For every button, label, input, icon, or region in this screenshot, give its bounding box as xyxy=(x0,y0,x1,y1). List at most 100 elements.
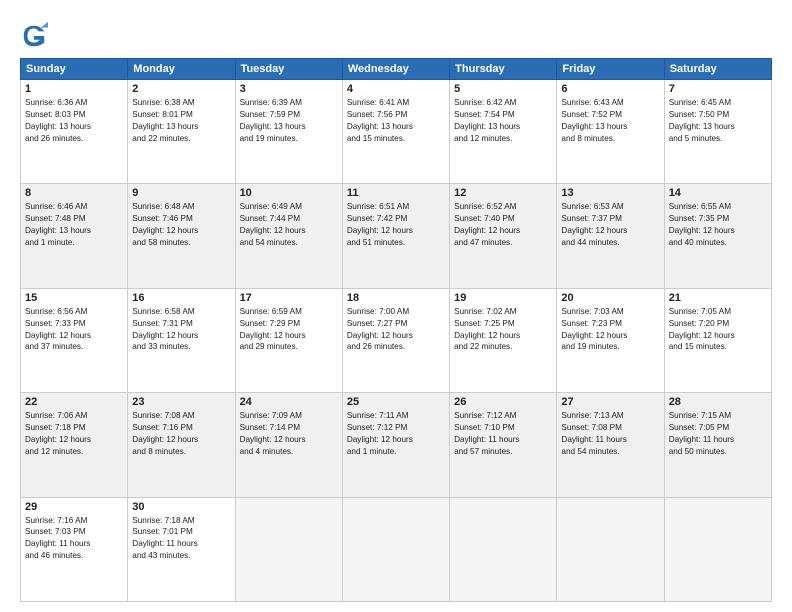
day-info: Sunrise: 7:03 AMSunset: 7:23 PMDaylight:… xyxy=(561,306,659,354)
day-number: 21 xyxy=(669,292,767,304)
calendar-day-cell: 12 Sunrise: 6:52 AMSunset: 7:40 PMDayligh… xyxy=(450,184,557,288)
day-info: Sunrise: 7:11 AMSunset: 7:12 PMDaylight:… xyxy=(347,410,445,458)
calendar-day-cell: 10 Sunrise: 6:49 AMSunset: 7:44 PMDayligh… xyxy=(235,184,342,288)
header xyxy=(20,18,772,50)
day-number: 25 xyxy=(347,396,445,408)
day-info: Sunrise: 7:08 AMSunset: 7:16 PMDaylight:… xyxy=(132,410,230,458)
day-info: Sunrise: 6:59 AMSunset: 7:29 PMDaylight:… xyxy=(240,306,338,354)
day-number: 9 xyxy=(132,187,230,199)
calendar-day-cell: 26 Sunrise: 7:12 AMSunset: 7:10 PMDayligh… xyxy=(450,393,557,497)
day-number: 3 xyxy=(240,83,338,95)
calendar-day-cell xyxy=(557,497,664,601)
day-info: Sunrise: 7:02 AMSunset: 7:25 PMDaylight:… xyxy=(454,306,552,354)
calendar-day-cell: 29 Sunrise: 7:16 AMSunset: 7:03 PMDayligh… xyxy=(21,497,128,601)
calendar-day-cell: 5 Sunrise: 6:42 AMSunset: 7:54 PMDaylight… xyxy=(450,80,557,184)
day-info: Sunrise: 7:12 AMSunset: 7:10 PMDaylight:… xyxy=(454,410,552,458)
day-number: 24 xyxy=(240,396,338,408)
day-number: 8 xyxy=(25,187,123,199)
page: SundayMondayTuesdayWednesdayThursdayFrid… xyxy=(0,0,792,612)
day-info: Sunrise: 6:58 AMSunset: 7:31 PMDaylight:… xyxy=(132,306,230,354)
calendar-day-cell: 15Sunrise: 6:56 AMSunset: 7:33 PMDayligh… xyxy=(21,288,128,392)
day-info: Sunrise: 6:51 AMSunset: 7:42 PMDaylight:… xyxy=(347,201,445,249)
day-info: Sunrise: 6:43 AMSunset: 7:52 PMDaylight:… xyxy=(561,97,659,145)
day-info: Sunrise: 6:48 AMSunset: 7:46 PMDaylight:… xyxy=(132,201,230,249)
calendar-day-cell: 8 Sunrise: 6:46 AMSunset: 7:48 PMDaylight… xyxy=(21,184,128,288)
day-number: 5 xyxy=(454,83,552,95)
day-number: 4 xyxy=(347,83,445,95)
day-info: Sunrise: 7:15 AMSunset: 7:05 PMDaylight:… xyxy=(669,410,767,458)
calendar-header-thursday: Thursday xyxy=(450,59,557,80)
day-info: Sunrise: 6:42 AMSunset: 7:54 PMDaylight:… xyxy=(454,97,552,145)
calendar-day-cell: 9 Sunrise: 6:48 AMSunset: 7:46 PMDaylight… xyxy=(128,184,235,288)
day-info: Sunrise: 6:55 AMSunset: 7:35 PMDaylight:… xyxy=(669,201,767,249)
calendar-header-saturday: Saturday xyxy=(664,59,771,80)
day-number: 13 xyxy=(561,187,659,199)
day-info: Sunrise: 7:09 AMSunset: 7:14 PMDaylight:… xyxy=(240,410,338,458)
calendar-header-wednesday: Wednesday xyxy=(342,59,449,80)
calendar-header-row: SundayMondayTuesdayWednesdayThursdayFrid… xyxy=(21,59,772,80)
day-number: 1 xyxy=(25,83,123,95)
calendar-day-cell xyxy=(342,497,449,601)
day-info: Sunrise: 6:41 AMSunset: 7:56 PMDaylight:… xyxy=(347,97,445,145)
day-info: Sunrise: 6:53 AMSunset: 7:37 PMDaylight:… xyxy=(561,201,659,249)
day-number: 16 xyxy=(132,292,230,304)
calendar-day-cell: 25 Sunrise: 7:11 AMSunset: 7:12 PMDayligh… xyxy=(342,393,449,497)
calendar-day-cell: 19 Sunrise: 7:02 AMSunset: 7:25 PMDayligh… xyxy=(450,288,557,392)
calendar-day-cell: 2Sunrise: 6:38 AMSunset: 8:01 PMDaylight… xyxy=(128,80,235,184)
calendar-day-cell: 4 Sunrise: 6:41 AMSunset: 7:56 PMDaylight… xyxy=(342,80,449,184)
calendar-header-monday: Monday xyxy=(128,59,235,80)
day-info: Sunrise: 6:36 AMSunset: 8:03 PMDaylight:… xyxy=(25,97,123,145)
day-number: 20 xyxy=(561,292,659,304)
day-info: Sunrise: 6:49 AMSunset: 7:44 PMDaylight:… xyxy=(240,201,338,249)
calendar-day-cell: 16 Sunrise: 6:58 AMSunset: 7:31 PMDayligh… xyxy=(128,288,235,392)
day-number: 18 xyxy=(347,292,445,304)
day-number: 11 xyxy=(347,187,445,199)
day-number: 19 xyxy=(454,292,552,304)
day-number: 7 xyxy=(669,83,767,95)
calendar-day-cell xyxy=(664,497,771,601)
day-info: Sunrise: 6:45 AMSunset: 7:50 PMDaylight:… xyxy=(669,97,767,145)
day-number: 26 xyxy=(454,396,552,408)
day-number: 29 xyxy=(25,501,123,513)
calendar-day-cell: 20 Sunrise: 7:03 AMSunset: 7:23 PMDayligh… xyxy=(557,288,664,392)
calendar-header-friday: Friday xyxy=(557,59,664,80)
day-info: Sunrise: 7:13 AMSunset: 7:08 PMDaylight:… xyxy=(561,410,659,458)
day-number: 12 xyxy=(454,187,552,199)
logo-icon xyxy=(20,22,48,50)
day-info: Sunrise: 6:39 AMSunset: 7:59 PMDaylight:… xyxy=(240,97,338,145)
logo xyxy=(20,22,51,50)
day-number: 27 xyxy=(561,396,659,408)
calendar-day-cell: 13 Sunrise: 6:53 AMSunset: 7:37 PMDayligh… xyxy=(557,184,664,288)
day-info: Sunrise: 6:56 AMSunset: 7:33 PMDaylight:… xyxy=(25,306,123,354)
day-info: Sunrise: 6:52 AMSunset: 7:40 PMDaylight:… xyxy=(454,201,552,249)
day-number: 22 xyxy=(25,396,123,408)
calendar-day-cell: 21 Sunrise: 7:05 AMSunset: 7:20 PMDayligh… xyxy=(664,288,771,392)
calendar-day-cell: 1 Sunrise: 6:36 AMSunset: 8:03 PMDaylight… xyxy=(21,80,128,184)
day-number: 30 xyxy=(132,501,230,513)
day-info: Sunrise: 6:38 AMSunset: 8:01 PMDaylight:… xyxy=(132,97,230,145)
calendar-day-cell: 17Sunrise: 6:59 AMSunset: 7:29 PMDayligh… xyxy=(235,288,342,392)
calendar-day-cell: 11 Sunrise: 6:51 AMSunset: 7:42 PMDayligh… xyxy=(342,184,449,288)
day-info: Sunrise: 7:00 AMSunset: 7:27 PMDaylight:… xyxy=(347,306,445,354)
day-info: Sunrise: 7:05 AMSunset: 7:20 PMDaylight:… xyxy=(669,306,767,354)
calendar-day-cell: 14 Sunrise: 6:55 AMSunset: 7:35 PMDayligh… xyxy=(664,184,771,288)
calendar-header-tuesday: Tuesday xyxy=(235,59,342,80)
day-info: Sunrise: 6:46 AMSunset: 7:48 PMDaylight:… xyxy=(25,201,123,249)
day-number: 6 xyxy=(561,83,659,95)
calendar-day-cell: 30 Sunrise: 7:18 AMSunset: 7:01 PMDayligh… xyxy=(128,497,235,601)
calendar-day-cell: 7 Sunrise: 6:45 AMSunset: 7:50 PMDaylight… xyxy=(664,80,771,184)
calendar-day-cell: 27 Sunrise: 7:13 AMSunset: 7:08 PMDayligh… xyxy=(557,393,664,497)
day-number: 10 xyxy=(240,187,338,199)
calendar-day-cell xyxy=(450,497,557,601)
calendar-day-cell: 6 Sunrise: 6:43 AMSunset: 7:52 PMDaylight… xyxy=(557,80,664,184)
calendar-week-row: 29 Sunrise: 7:16 AMSunset: 7:03 PMDayligh… xyxy=(21,497,772,601)
calendar-day-cell xyxy=(235,497,342,601)
day-number: 14 xyxy=(669,187,767,199)
day-info: Sunrise: 7:18 AMSunset: 7:01 PMDaylight:… xyxy=(132,515,230,563)
day-info: Sunrise: 7:06 AMSunset: 7:18 PMDaylight:… xyxy=(25,410,123,458)
day-number: 28 xyxy=(669,396,767,408)
day-info: Sunrise: 7:16 AMSunset: 7:03 PMDaylight:… xyxy=(25,515,123,563)
calendar-day-cell: 22 Sunrise: 7:06 AMSunset: 7:18 PMDayligh… xyxy=(21,393,128,497)
calendar-day-cell: 18 Sunrise: 7:00 AMSunset: 7:27 PMDayligh… xyxy=(342,288,449,392)
calendar-day-cell: 28 Sunrise: 7:15 AMSunset: 7:05 PMDayligh… xyxy=(664,393,771,497)
